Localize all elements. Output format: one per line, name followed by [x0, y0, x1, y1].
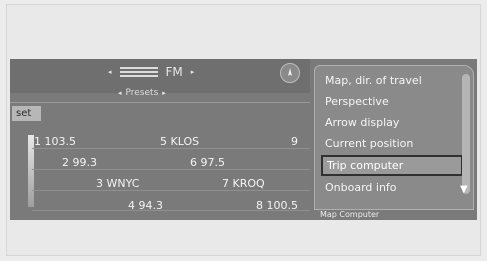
radio-source-icon: [119, 67, 158, 77]
row-divider: [32, 169, 310, 170]
source-left-arrow-icon[interactable]: ◂: [108, 68, 112, 76]
preset-2[interactable]: 2 99.3: [62, 156, 97, 169]
context-menu: Map, dir. of travel Perspective Arrow di…: [314, 65, 474, 210]
source-selector[interactable]: ◂ FM ▸: [108, 65, 194, 79]
compass-icon: [288, 68, 292, 76]
set-tab[interactable]: set: [12, 106, 41, 121]
chevron-down-icon[interactable]: ▼: [460, 184, 468, 195]
presets-label: Presets: [125, 88, 159, 98]
row-divider: [32, 190, 310, 191]
source-right-arrow-icon[interactable]: ▸: [191, 68, 195, 76]
menu-item-perspective[interactable]: Perspective: [321, 91, 463, 112]
preset-4[interactable]: 4 94.3: [128, 199, 163, 212]
preset-3[interactable]: 3 WNYC: [96, 177, 139, 190]
presets-left-arrow-icon[interactable]: ◂: [118, 89, 122, 97]
preset-5[interactable]: 5 KLOS: [160, 135, 199, 148]
menu-item-map-dir[interactable]: Map, dir. of travel: [321, 70, 463, 91]
menu-item-current-position[interactable]: Current position: [321, 133, 463, 154]
preset-9[interactable]: 9: [291, 135, 298, 148]
preset-8[interactable]: 8 100.5: [256, 199, 298, 212]
preset-7[interactable]: 7 KROQ: [222, 177, 265, 190]
menu-scrollbar[interactable]: [462, 74, 470, 194]
navigation-button[interactable]: [280, 63, 300, 83]
bottom-strip: Map Computer: [320, 210, 380, 219]
preset-6[interactable]: 6 97.5: [190, 156, 225, 169]
idrive-screen: ◂ FM ▸ ◂ Presets ▸ set 1 103.5 5 KLOS 9 …: [10, 59, 477, 220]
top-bar: ◂ FM ▸ ◂ Presets ▸: [10, 59, 310, 98]
presets-right-arrow-icon[interactable]: ▸: [162, 89, 166, 97]
menu-item-trip-computer[interactable]: Trip computer: [321, 155, 463, 176]
row-divider: [32, 148, 310, 149]
band-label: FM: [165, 65, 183, 79]
presets-selector[interactable]: ◂ Presets ▸: [118, 88, 166, 98]
preset-1[interactable]: 1 103.5: [34, 135, 76, 148]
menu-item-onboard-info[interactable]: Onboard info: [321, 177, 463, 198]
menu-item-arrow-display[interactable]: Arrow display: [321, 112, 463, 133]
header-divider: [10, 102, 310, 103]
